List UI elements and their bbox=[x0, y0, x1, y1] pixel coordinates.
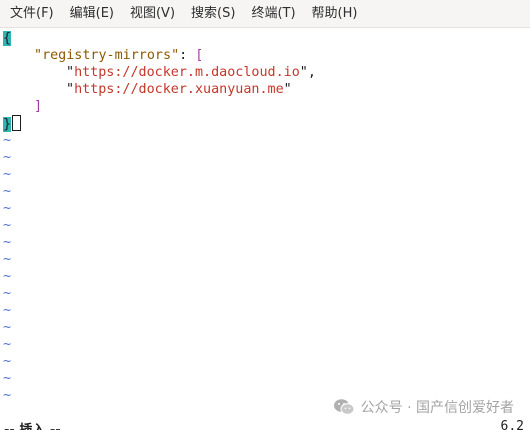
empty-line-marker: ~ bbox=[3, 388, 12, 403]
open-brace: { bbox=[3, 31, 12, 46]
menu-file[interactable]: 文件(F) bbox=[4, 1, 60, 27]
empty-line-marker: ~ bbox=[3, 133, 12, 148]
editor-line-3: "registry-mirrors": [ bbox=[34, 47, 203, 64]
empty-line-marker: ~ bbox=[3, 150, 12, 165]
cursor-position: 6,2 bbox=[500, 419, 524, 430]
json-key: registry-mirrors bbox=[42, 48, 172, 63]
menu-help[interactable]: 帮助(H) bbox=[306, 1, 364, 27]
editor-line-4: "https://docker.m.daocloud.io", bbox=[66, 64, 316, 81]
editor-line-7: } bbox=[3, 115, 22, 132]
url2-quote-open: " bbox=[66, 82, 75, 97]
empty-line-marker: ~ bbox=[3, 201, 12, 216]
array-open: [ bbox=[195, 48, 204, 63]
editor-line-6: ] bbox=[34, 98, 42, 115]
editor-line-1: { bbox=[3, 30, 12, 47]
menu-search[interactable]: 搜索(S) bbox=[185, 1, 241, 27]
url2-string: https://docker.xuanyuan.me bbox=[74, 82, 284, 97]
empty-line-marker: ~ bbox=[3, 320, 12, 335]
terminal-window: 文件(F) 编辑(E) 视图(V) 搜索(S) 终端(T) 帮助(H) { "r… bbox=[0, 0, 530, 430]
watermark: 公众号 · 国产信创爱好者 bbox=[333, 397, 514, 417]
menu-bar: 文件(F) 编辑(E) 视图(V) 搜索(S) 终端(T) 帮助(H) bbox=[0, 0, 530, 28]
vim-editor[interactable]: { "registry-mirrors": [ "https://docker.… bbox=[0, 28, 530, 430]
url1-comma: , bbox=[307, 65, 316, 80]
url1-string: https://docker.m.daocloud.io bbox=[74, 65, 300, 80]
url1-quote-close: " bbox=[299, 65, 308, 80]
empty-line-marker: ~ bbox=[3, 252, 12, 267]
empty-line-marker: ~ bbox=[3, 371, 12, 386]
menu-edit[interactable]: 编辑(E) bbox=[64, 1, 120, 27]
key-quote-close: " bbox=[171, 48, 180, 63]
text-cursor bbox=[12, 115, 22, 131]
status-line: -- 插入 -- 6,2 bbox=[0, 419, 530, 430]
empty-line-marker: ~ bbox=[3, 167, 12, 182]
array-close: ] bbox=[34, 99, 43, 114]
empty-line-marker: ~ bbox=[3, 303, 12, 318]
mode-indicator: -- 插入 -- bbox=[4, 419, 61, 430]
close-brace: } bbox=[3, 117, 12, 132]
empty-line-marker: ~ bbox=[3, 184, 12, 199]
empty-line-marker: ~ bbox=[3, 337, 12, 352]
wechat-icon bbox=[333, 399, 355, 415]
empty-line-marker: ~ bbox=[3, 354, 12, 369]
menu-view[interactable]: 视图(V) bbox=[124, 1, 181, 27]
key-quote-open: " bbox=[34, 48, 43, 63]
empty-line-marker: ~ bbox=[3, 269, 12, 284]
empty-line-marker: ~ bbox=[3, 235, 12, 250]
url2-quote-close: " bbox=[283, 82, 292, 97]
menu-terminal[interactable]: 终端(T) bbox=[245, 1, 301, 27]
empty-line-marker: ~ bbox=[3, 218, 12, 233]
editor-line-5: "https://docker.xuanyuan.me" bbox=[66, 81, 292, 98]
empty-line-marker: ~ bbox=[3, 286, 12, 301]
colon: : bbox=[179, 48, 196, 63]
url1-quote-open: " bbox=[66, 65, 75, 80]
watermark-text: 公众号 · 国产信创爱好者 bbox=[360, 400, 514, 416]
